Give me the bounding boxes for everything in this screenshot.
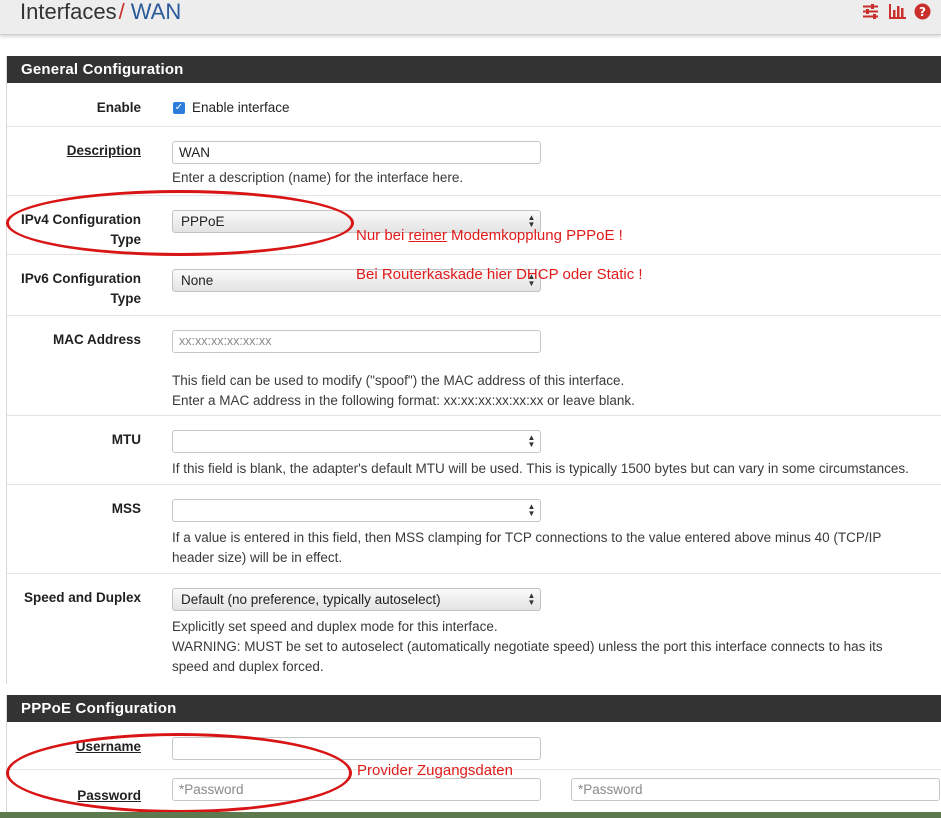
panel-title: General Configuration [7,56,941,83]
desktop-background-strip [0,812,941,818]
mtu-label: MTU [111,432,141,447]
mac-label: MAC Address [52,332,141,347]
description-row: Description WAN Enter a description (nam… [7,127,941,196]
annotation-text: Nur bei [356,227,409,244]
header-icons: ? [862,3,931,20]
ipv6-row: IPv6 Configuration Type None ▲ ▼ [7,255,941,316]
description-input[interactable]: WAN [172,141,541,164]
mss-help-line2: header size) will be in effect. [172,550,343,565]
enable-row: Enable ✓ Enable interface [7,83,941,127]
enable-checkbox[interactable]: ✓ [173,102,185,114]
sliders-icon[interactable] [862,3,879,20]
speed-duplex-label: Speed and Duplex [23,590,141,605]
mac-help-line1: This field can be used to modify ("spoof… [172,373,625,388]
mtu-row: MTU ▲ ▼ If this field is blank, the adapt… [7,416,941,485]
enable-checkbox-label[interactable]: Enable interface [192,98,290,118]
svg-text:?: ? [919,5,926,19]
annotation-text: Modemkopplung PPPoE ! [446,227,623,244]
breadcrumb: Interfaces/WAN [20,0,181,24]
annotation-provider-note: Provider Zugangsdaten [357,762,513,779]
breadcrumb-current[interactable]: WAN [131,0,182,24]
breadcrumb-separator: / [118,0,125,24]
spinner-icon[interactable]: ▲ ▼ [527,503,536,519]
select-arrows-icon: ▲ ▼ [527,591,536,607]
mtu-input[interactable]: ▲ ▼ [172,430,541,453]
panel-title: PPPoE Configuration [7,695,941,722]
mss-row: MSS ▲ ▼ If a value is entered in this fie… [7,485,941,574]
page-header: Interfaces/WAN ? [0,0,941,35]
annotation-ellipse-ipv4 [6,190,354,256]
chart-icon[interactable] [888,3,906,20]
mss-input[interactable]: ▲ ▼ [172,499,541,522]
spinner-icon[interactable]: ▲ ▼ [527,434,536,450]
speed-help-line3: speed and duplex forced. [172,659,324,674]
description-help: Enter a description (name) for the inter… [172,170,464,185]
mss-label: MSS [111,501,141,516]
speed-help-line2: WARNING: MUST be set to autoselect (auto… [172,639,883,654]
breadcrumb-parent[interactable]: Interfaces [20,0,117,24]
mac-input[interactable]: xx:xx:xx:xx:xx:xx [172,330,541,353]
enable-label: Enable [96,100,141,115]
mac-help-line2: Enter a MAC address in the following for… [172,393,635,408]
speed-help-line1: Explicitly set speed and duplex mode for… [172,619,498,634]
mtu-help: If this field is blank, the adapter's de… [172,461,909,476]
annotation-ellipse-credentials [6,733,352,813]
general-configuration-panel: General Configuration Enable ✓ Enable in… [6,56,941,684]
ipv6-label-line2: Type [110,291,141,306]
ipv6-label-line1: IPv6 Configuration [20,271,141,286]
ipv6-type-value: None [181,273,214,288]
help-icon[interactable]: ? [914,3,931,20]
speed-duplex-value: Default (no preference, typically autose… [181,592,441,607]
speed-duplex-select[interactable]: Default (no preference, typically autose… [172,588,541,611]
description-label[interactable]: Description [7,141,141,161]
speed-duplex-row: Speed and Duplex Default (no preference,… [7,574,941,684]
annotation-underlined-text: reiner [408,227,447,244]
annotation-ipv4-note: Nur bei reiner Modemkopplung PPPoE ! [356,227,623,245]
password-confirm-input[interactable]: *Password [571,778,940,801]
mss-help-line1: If a value is entered in this field, the… [172,530,882,545]
mac-row: MAC Address xx:xx:xx:xx:xx:xx This field… [7,316,941,416]
annotation-cascade-note: Bei Routerkaskade hier DHCP oder Static … [356,266,643,283]
ipv6-label: IPv6 Configuration Type [7,269,141,309]
